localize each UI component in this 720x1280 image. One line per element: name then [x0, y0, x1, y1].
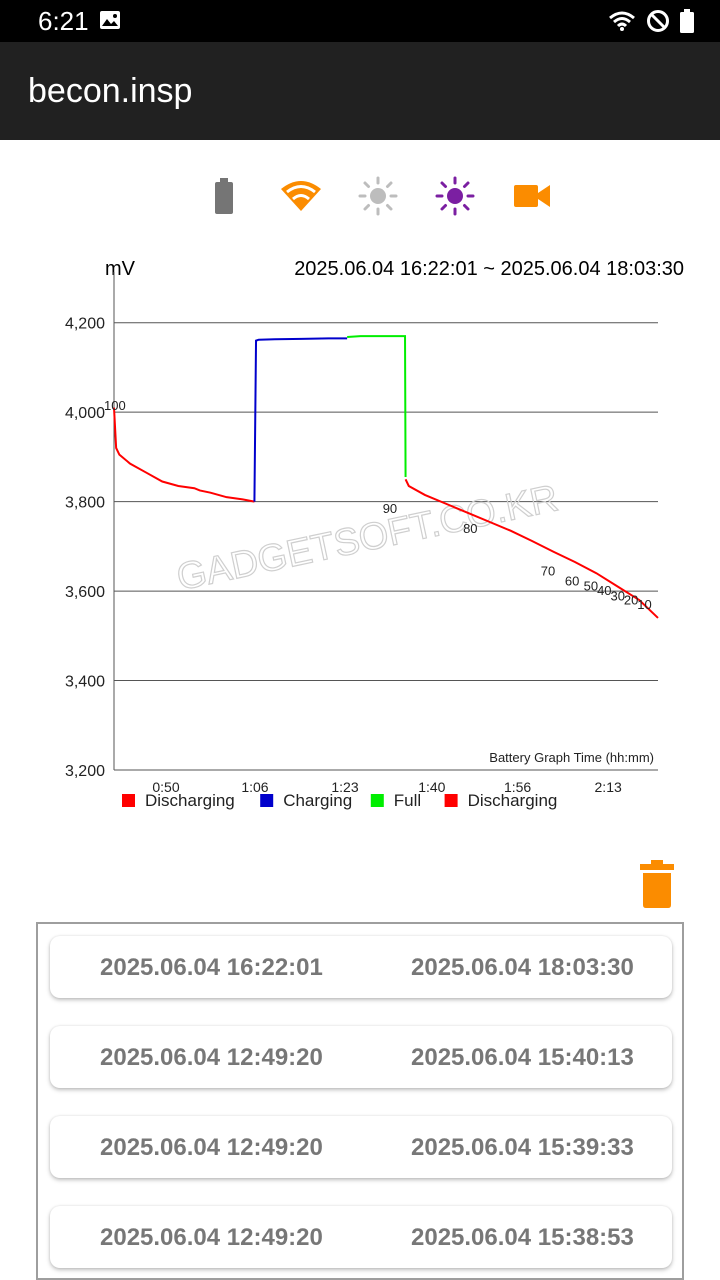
- app-title: becon.insp: [28, 72, 193, 110]
- legend-label: Charging: [283, 791, 352, 810]
- session-row[interactable]: 2025.06.04 12:49:20 2025.06.04 15:38:53: [50, 1206, 672, 1268]
- legend-label: Discharging: [468, 791, 558, 810]
- trash-icon: [640, 860, 674, 908]
- y-tick-label: 3,200: [65, 763, 105, 780]
- battery-icon[interactable]: [200, 172, 248, 220]
- battery-chart: mV 2025.06.04 16:22:01 ~ 2025.06.04 18:03…: [0, 240, 720, 840]
- percent-annotation: 50: [584, 578, 598, 593]
- percent-annotation: 80: [463, 521, 477, 536]
- x-tick-label: 2:13: [595, 779, 622, 795]
- x-tick-label: 1:06: [241, 779, 268, 795]
- session-row[interactable]: 2025.06.04 16:22:01 2025.06.04 18:03:30: [50, 936, 672, 998]
- series-line-discharging: [113, 407, 255, 503]
- session-list: 2025.06.04 16:22:01 2025.06.04 18:03:30 …: [36, 922, 684, 1280]
- do-not-disturb-icon: [647, 10, 669, 32]
- session-end: 2025.06.04 15:40:13: [411, 1044, 634, 1071]
- video-camera-icon[interactable]: [508, 172, 556, 220]
- brightness-low-icon[interactable]: [354, 172, 402, 220]
- y-tick-label: 3,400: [65, 674, 105, 691]
- percent-annotation: 60: [565, 574, 579, 589]
- y-tick-label: 3,800: [65, 495, 105, 512]
- session-row[interactable]: 2025.06.04 12:49:20 2025.06.04 15:39:33: [50, 1116, 672, 1178]
- percent-annotation: 40: [597, 583, 611, 598]
- status-time: 6:21: [38, 6, 89, 36]
- app-bar: becon.insp: [0, 42, 720, 140]
- x-axis-label: Battery Graph Time (hh:mm): [489, 750, 654, 765]
- y-tick-label: 4,000: [65, 405, 105, 422]
- percent-annotation: 70: [541, 564, 555, 579]
- brightness-high-icon[interactable]: [431, 172, 479, 220]
- watermark: GADGETSOFT.CO.KR: [173, 477, 562, 599]
- battery-chart-svg: mV 2025.06.04 16:22:01 ~ 2025.06.04 18:03…: [65, 258, 684, 810]
- legend-swatch: [444, 794, 458, 807]
- legend-swatch: [260, 794, 274, 807]
- wifi-icon[interactable]: [277, 172, 325, 220]
- session-start: 2025.06.04 12:49:20: [100, 1134, 323, 1161]
- image-icon: [100, 11, 120, 29]
- session-row[interactable]: 2025.06.04 12:49:20 2025.06.04 15:40:13: [50, 1026, 672, 1088]
- series-line-charging: [253, 337, 348, 502]
- session-start: 2025.06.04 12:49:20: [100, 1224, 323, 1251]
- percent-annotation: 30: [610, 588, 624, 603]
- wifi-status-icon: [609, 11, 635, 31]
- session-end: 2025.06.04 15:39:33: [411, 1134, 634, 1161]
- session-end: 2025.06.04 15:38:53: [411, 1224, 634, 1251]
- session-start: 2025.06.04 12:49:20: [100, 1044, 323, 1071]
- y-tick-label: 4,200: [65, 316, 105, 333]
- date-range-label: 2025.06.04 16:22:01 ~ 2025.06.04 18:03:3…: [294, 258, 684, 280]
- session-end: 2025.06.04 18:03:30: [411, 954, 634, 981]
- series-line-full: [347, 335, 407, 478]
- legend-swatch: [370, 794, 384, 807]
- delete-button[interactable]: [634, 860, 680, 910]
- y-tick-label: 3,600: [65, 584, 105, 601]
- legend-label: Discharging: [145, 791, 235, 810]
- y-unit-label: mV: [105, 258, 136, 280]
- status-bar: 6:21: [0, 0, 720, 42]
- battery-status-icon: [680, 9, 694, 33]
- x-tick-label: 1:40: [418, 779, 445, 795]
- legend-swatch: [122, 794, 135, 807]
- percent-annotation: 20: [624, 593, 638, 608]
- toolbar-icons: [0, 172, 720, 220]
- percent-annotation: 100: [104, 398, 126, 413]
- session-start: 2025.06.04 16:22:01: [100, 954, 323, 981]
- legend-label: Full: [394, 791, 421, 810]
- percent-annotation: 10: [637, 597, 651, 612]
- percent-annotation: 90: [383, 501, 397, 516]
